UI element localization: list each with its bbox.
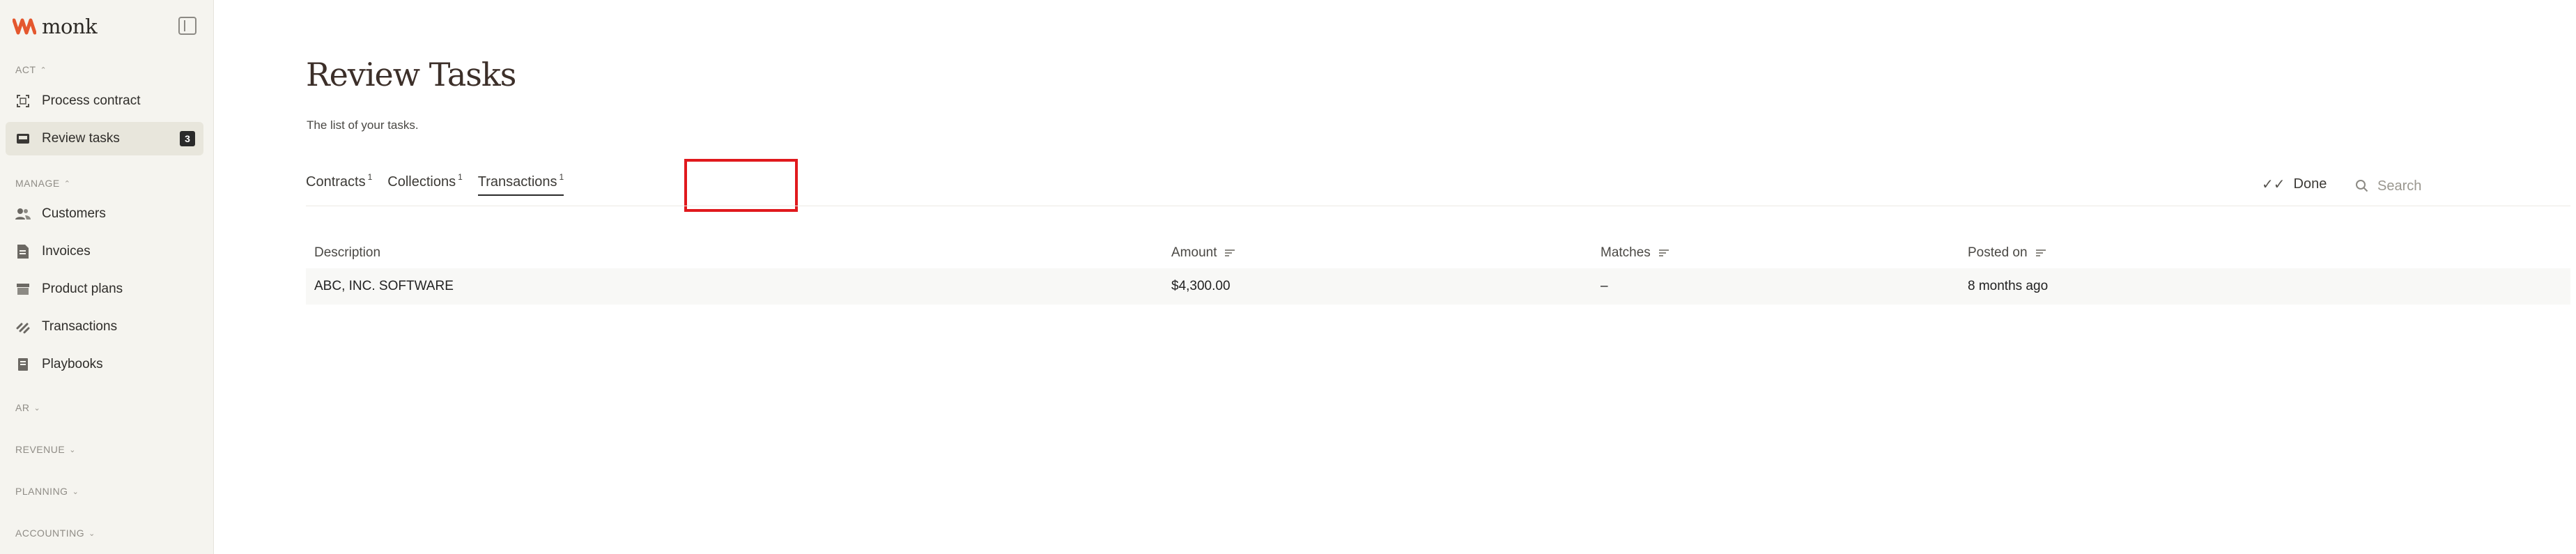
sidebar-item-playbooks[interactable]: Playbooks: [6, 348, 203, 381]
sidebar-item-invoices[interactable]: Invoices: [6, 235, 203, 268]
cell-posted-on: 8 months ago: [1968, 279, 2049, 293]
section-revenue[interactable]: REVENUE ⌄: [15, 444, 76, 455]
page-title: Review Tasks: [306, 56, 516, 93]
invoice-icon: [15, 244, 31, 259]
count-badge: 3: [180, 131, 195, 146]
sidebar-item-label: Product plans: [42, 282, 123, 296]
tab-count: 1: [367, 172, 373, 182]
search-box[interactable]: [2355, 174, 2557, 198]
double-check-icon: ✓✓: [2262, 177, 2285, 192]
sidebar: monk ACT ⌃ Process contract Review tasks…: [0, 0, 214, 554]
tab-bar: Contracts 1 Collections 1 Transactions 1: [306, 172, 579, 196]
sidebar-item-label: Transactions: [42, 319, 118, 334]
sidebar-item-product-plans[interactable]: Product plans: [6, 272, 203, 306]
done-button[interactable]: ✓✓ Done: [2262, 176, 2327, 193]
transactions-table: Description Amount Matches Posted on ABC…: [306, 237, 2570, 305]
chevron-down-icon: ⌄: [88, 529, 95, 538]
tab-collections[interactable]: Collections 1: [387, 172, 463, 196]
sidebar-item-label: Review tasks: [42, 131, 120, 146]
table-row[interactable]: ABC, INC. SOFTWARE $4,300.00 – 8 months …: [306, 268, 2570, 305]
column-header-description[interactable]: Description: [314, 237, 380, 268]
brand[interactable]: monk: [13, 14, 98, 39]
section-act[interactable]: ACT ⌃: [15, 64, 47, 75]
section-planning-label: PLANNING: [15, 486, 68, 497]
filter-lines-icon[interactable]: [1658, 249, 1669, 257]
chevron-up-icon: ⌃: [63, 179, 71, 188]
sidebar-item-review-tasks[interactable]: Review tasks 3: [6, 122, 203, 155]
section-manage[interactable]: MANAGE ⌃: [15, 178, 70, 189]
section-accounting-label: ACCOUNTING: [15, 528, 85, 539]
page-subtitle: The list of your tasks.: [307, 118, 419, 132]
section-planning[interactable]: PLANNING ⌄: [15, 486, 79, 497]
sidebar-item-transactions[interactable]: Transactions: [6, 310, 203, 344]
tab-count: 1: [559, 172, 564, 182]
section-ar[interactable]: AR ⌄: [15, 402, 40, 413]
section-revenue-label: REVENUE: [15, 444, 65, 455]
chevron-down-icon: ⌄: [69, 445, 76, 454]
monk-logo-icon: [13, 18, 36, 35]
tab-label: Contracts: [306, 174, 366, 190]
column-label: Amount: [1171, 245, 1217, 260]
collapse-sidebar-icon[interactable]: [178, 17, 196, 35]
section-accounting[interactable]: ACCOUNTING ⌄: [15, 528, 95, 539]
filter-lines-icon[interactable]: [1225, 249, 1235, 257]
done-label: Done: [2293, 176, 2327, 192]
section-ar-label: AR: [15, 402, 30, 413]
cell-amount: $4,300.00: [1171, 279, 1231, 293]
column-label: Matches: [1601, 245, 1651, 260]
sidebar-item-process-contract[interactable]: Process contract: [6, 84, 203, 118]
column-header-matches[interactable]: Matches: [1601, 237, 1669, 268]
cell-matches: –: [1601, 279, 1608, 293]
section-manage-label: MANAGE: [15, 178, 60, 189]
column-label: Description: [314, 245, 381, 260]
column-header-amount[interactable]: Amount: [1171, 237, 1235, 268]
sidebar-item-label: Playbooks: [42, 357, 103, 371]
tab-contracts[interactable]: Contracts 1: [306, 172, 373, 196]
scan-document-icon: [15, 93, 31, 109]
book-icon: [15, 357, 31, 372]
sidebar-item-label: Customers: [42, 206, 106, 221]
tab-count: 1: [458, 172, 463, 182]
sidebar-item-customers[interactable]: Customers: [6, 197, 203, 231]
app-name: monk: [42, 15, 98, 38]
tab-label: Transactions: [477, 174, 557, 190]
main-content: Review Tasks The list of your tasks. Con…: [214, 0, 2576, 554]
inbox-icon: [15, 131, 31, 146]
column-header-posted-on[interactable]: Posted on: [1968, 237, 2046, 268]
sidebar-item-label: Invoices: [42, 244, 91, 259]
filter-lines-icon[interactable]: [2035, 249, 2046, 257]
users-icon: [15, 206, 31, 222]
chevron-down-icon: ⌄: [72, 487, 79, 496]
search-input[interactable]: [2376, 177, 2546, 195]
table-header: Description Amount Matches Posted on: [306, 237, 2570, 268]
column-label: Posted on: [1968, 245, 2028, 260]
sidebar-item-label: Process contract: [42, 93, 141, 108]
transactions-icon: [15, 319, 31, 334]
highlight-box: [684, 159, 798, 212]
tab-transactions[interactable]: Transactions 1: [477, 172, 564, 196]
search-icon: [2355, 179, 2369, 193]
chevron-up-icon: ⌃: [40, 66, 47, 75]
cell-description: ABC, INC. SOFTWARE: [314, 279, 454, 293]
tab-label: Collections: [387, 174, 456, 190]
box-icon: [15, 282, 31, 297]
section-act-label: ACT: [15, 64, 36, 75]
chevron-down-icon: ⌄: [33, 403, 41, 413]
